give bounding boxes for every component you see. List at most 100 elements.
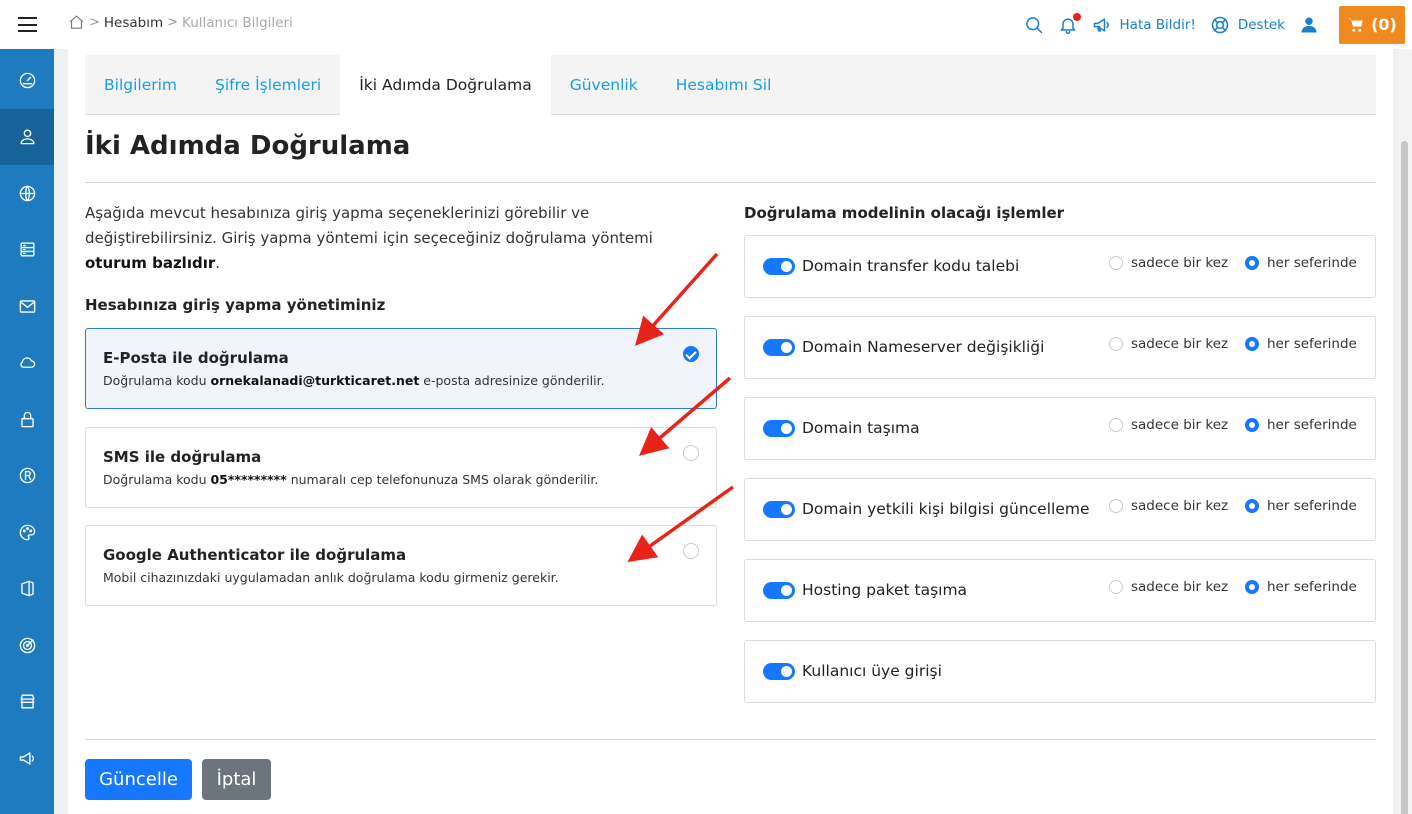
operations-heading: Doğrulama modelinin olacağı işlemler xyxy=(744,204,1065,222)
tab-security[interactable]: Güvenlik xyxy=(551,55,657,114)
check-icon[interactable] xyxy=(683,346,699,362)
palette-icon xyxy=(19,524,35,541)
operation-row: Hosting paket taşıma sadece bir kez her … xyxy=(744,559,1376,622)
toggle-switch[interactable] xyxy=(763,501,795,518)
search-button[interactable] xyxy=(1024,15,1044,35)
operation-row: Domain yetkili kişi bilgisi güncelleme s… xyxy=(744,478,1376,541)
radio-button[interactable] xyxy=(683,445,699,461)
breadcrumb-user-info: Kullanıcı Bilgileri xyxy=(182,14,293,31)
freq-every-radio[interactable]: her seferinde xyxy=(1245,498,1357,514)
sidebar-item-security[interactable] xyxy=(0,391,54,448)
menu-toggle[interactable] xyxy=(0,0,54,49)
tab-delete-account[interactable]: Hesabımı Sil xyxy=(657,55,791,114)
intro-text: Aşağıda mevcut hesabınıza giriş yapma se… xyxy=(85,201,685,276)
registered-icon xyxy=(19,467,35,484)
megaphone-icon xyxy=(19,752,34,765)
freq-every-radio[interactable]: her seferinde xyxy=(1245,579,1357,595)
report-bug-label: Hata Bildir! xyxy=(1119,16,1196,33)
toggle-switch[interactable] xyxy=(763,339,795,356)
mail-icon xyxy=(19,300,35,313)
sidebar-item-domains[interactable] xyxy=(0,165,54,222)
freq-every-radio[interactable]: her seferinde xyxy=(1245,255,1357,271)
option-sms[interactable]: SMS ile doğrulama Doğrulama kodu 05*****… xyxy=(85,427,717,508)
operation-row: Kullanıcı üye girişi xyxy=(744,640,1376,703)
option-email[interactable]: E-Posta ile doğrulama Doğrulama kodu orn… xyxy=(85,328,717,409)
gauge-icon xyxy=(19,72,35,89)
support-label: Destek xyxy=(1237,16,1285,33)
divider xyxy=(85,182,1376,183)
tab-info[interactable]: Bilgilerim xyxy=(85,55,196,114)
intro-bold: oturum bazlıdır xyxy=(85,254,216,272)
toggle-switch[interactable] xyxy=(763,420,795,437)
scrollbar-thumb[interactable] xyxy=(1401,141,1408,814)
freq-once-radio[interactable]: sadece bir kez xyxy=(1109,255,1228,271)
sidebar-item-store[interactable] xyxy=(0,674,54,731)
sidebar-item-dashboard[interactable] xyxy=(0,52,54,109)
home-icon[interactable] xyxy=(68,14,85,31)
sidebar-item-trademark[interactable] xyxy=(0,448,54,505)
notification-dot xyxy=(1072,12,1081,21)
sidebar-item-servers[interactable] xyxy=(0,222,54,279)
sidebar-item-account[interactable] xyxy=(0,108,54,165)
radio-button[interactable] xyxy=(683,543,699,559)
operation-label: Domain yetkili kişi bilgisi güncelleme xyxy=(802,500,1090,518)
hamburger-icon xyxy=(17,17,37,32)
target-icon xyxy=(19,637,35,654)
tab-password[interactable]: Şifre İşlemleri xyxy=(196,55,340,114)
sidebar-item-office[interactable] xyxy=(0,561,54,618)
user-menu-button[interactable] xyxy=(1299,15,1319,35)
main-panel: Bilgilerim Şifre İşlemleri İki Adımda Do… xyxy=(68,49,1393,814)
option-description: Doğrulama kodu ornekalanadi@turkticaret.… xyxy=(103,373,605,388)
topbar: > Hesabım > Kullanıcı Bilgileri Hata Bil… xyxy=(54,0,1412,49)
support-button[interactable]: Destek xyxy=(1210,15,1285,35)
breadcrumb-separator: > xyxy=(167,15,179,30)
cart-count: (0) xyxy=(1371,15,1397,34)
cancel-button[interactable]: İptal xyxy=(202,759,271,800)
freq-once-radio[interactable]: sadece bir kez xyxy=(1109,579,1228,595)
freq-once-radio[interactable]: sadece bir kez xyxy=(1109,417,1228,433)
report-bug-button[interactable]: Hata Bildir! xyxy=(1092,15,1196,35)
operation-label: Domain Nameserver değişikliği xyxy=(802,338,1045,356)
user-icon xyxy=(19,129,35,145)
option-title: E-Posta ile doğrulama xyxy=(103,349,289,367)
sidebar-item-cloud[interactable] xyxy=(0,335,54,392)
sidebar-item-design[interactable] xyxy=(0,504,54,561)
option-title: Google Authenticator ile doğrulama xyxy=(103,546,407,564)
toggle-switch[interactable] xyxy=(763,582,795,599)
freq-once-radio[interactable]: sadece bir kez xyxy=(1109,498,1228,514)
sidebar-item-announcements[interactable] xyxy=(0,730,54,787)
tab-two-factor[interactable]: İki Adımda Doğrulama xyxy=(340,55,551,115)
divider xyxy=(85,739,1376,740)
notifications-button[interactable] xyxy=(1058,12,1081,35)
operation-label: Domain transfer kodu talebi xyxy=(802,257,1020,275)
freq-every-radio[interactable]: her seferinde xyxy=(1245,417,1357,433)
office-icon xyxy=(20,580,34,597)
sidebar-item-marketing[interactable] xyxy=(0,617,54,674)
cart-icon xyxy=(1348,17,1363,32)
option-description: Mobil cihazınızdaki uygulamadan anlık do… xyxy=(103,570,559,585)
scrollbar[interactable] xyxy=(1398,49,1412,814)
operation-row: Domain taşıma sadece bir kez her seferin… xyxy=(744,397,1376,460)
operation-label: Hosting paket taşıma xyxy=(802,581,968,599)
breadcrumb-separator: > xyxy=(89,15,100,30)
option-google-authenticator[interactable]: Google Authenticator ile doğrulama Mobil… xyxy=(85,525,717,606)
operation-label: Domain taşıma xyxy=(802,419,920,437)
option-description: Doğrulama kodu 05********* numaralı cep … xyxy=(103,472,599,487)
operation-row: Domain transfer kodu talebi sadece bir k… xyxy=(744,235,1376,298)
lifebuoy-icon xyxy=(1211,16,1229,33)
freq-every-radio[interactable]: her seferinde xyxy=(1245,336,1357,352)
search-icon xyxy=(1025,16,1042,33)
intro-body: Aşağıda mevcut hesabınıza giriş yapma se… xyxy=(85,204,653,247)
freq-once-radio[interactable]: sadece bir kez xyxy=(1109,336,1228,352)
update-button[interactable]: Güncelle xyxy=(85,759,192,800)
cart-button[interactable]: (0) xyxy=(1339,5,1405,44)
server-icon xyxy=(19,242,35,257)
toggle-switch[interactable] xyxy=(763,258,795,275)
lock-icon xyxy=(20,411,34,428)
operation-row: Domain Nameserver değişikliği sadece bir… xyxy=(744,316,1376,379)
cloud-icon xyxy=(19,357,35,369)
breadcrumb-account[interactable]: Hesabım xyxy=(104,15,163,31)
sidebar-item-mail[interactable] xyxy=(0,278,54,335)
toggle-switch[interactable] xyxy=(763,663,795,680)
tab-bar: Bilgilerim Şifre İşlemleri İki Adımda Do… xyxy=(85,55,1376,115)
